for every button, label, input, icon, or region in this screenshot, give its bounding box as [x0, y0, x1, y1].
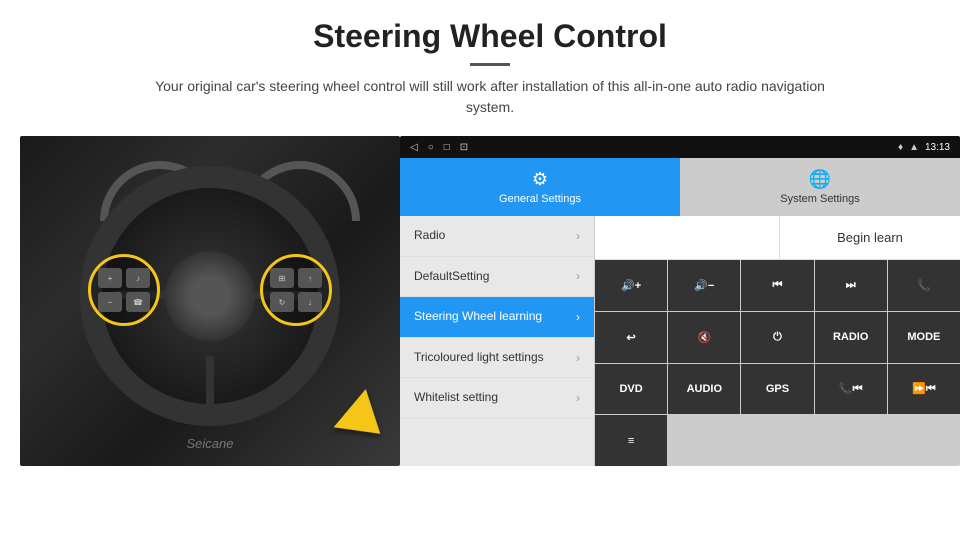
audio-btn-label: AUDIO: [687, 383, 722, 395]
menu-item-default-setting[interactable]: DefaultSetting ›: [400, 257, 594, 298]
btn-prev-track[interactable]: ⏮: [741, 260, 813, 311]
ff-rw-icon: ⏩⏮: [912, 382, 936, 396]
btn-gps[interactable]: GPS: [741, 364, 813, 415]
right-button-grid: ⊞ ↑ ↻ ↓: [262, 260, 330, 320]
btn-ff-rw[interactable]: ⏩⏮: [888, 364, 960, 415]
status-time: 13:13: [925, 142, 950, 153]
menu-item-radio[interactable]: Radio ›: [400, 216, 594, 257]
btn-vol-up[interactable]: 🔊+: [595, 260, 667, 311]
android-statusbar: ◁ ○ □ ⊡ ♦ ▲ 13:13: [400, 136, 960, 158]
general-settings-icon: ⚙: [532, 169, 548, 190]
sw-btn-up: ↑: [298, 268, 322, 288]
page-header: Steering Wheel Control Your original car…: [0, 0, 980, 128]
seicane-logo: Seicane: [187, 436, 234, 451]
phone-icon: 📞: [917, 279, 931, 292]
back-nav-icon[interactable]: ◁: [410, 142, 418, 153]
tab-system-settings[interactable]: 🌐 System Settings: [680, 158, 960, 216]
recent-nav-icon[interactable]: □: [444, 142, 450, 153]
phone-prev-icon: 📞⏮: [839, 382, 863, 396]
statusbar-right: ♦ ▲ 13:13: [898, 142, 950, 153]
btn-audio[interactable]: AUDIO: [668, 364, 740, 415]
sw-btn-mode: ♪: [126, 268, 150, 288]
menu-whitelist-label: Whitelist setting: [414, 390, 498, 406]
mute-icon: 🔇: [697, 331, 711, 344]
menu-default-chevron: ›: [576, 269, 580, 283]
menu-item-steering-wheel[interactable]: Steering Wheel learning ›: [400, 297, 594, 338]
gps-status-icon: ♦: [898, 142, 903, 153]
menu-steering-chevron: ›: [576, 310, 580, 324]
radio-btn-label: RADIO: [833, 331, 868, 343]
btn-phone-prev[interactable]: 📞⏮: [815, 364, 887, 415]
statusbar-nav: ◁ ○ □ ⊡: [410, 142, 468, 153]
tabs-row: ⚙ General Settings 🌐 System Settings: [400, 158, 960, 216]
btn-dvd[interactable]: DVD: [595, 364, 667, 415]
home-nav-icon[interactable]: ○: [428, 142, 434, 153]
radio-empty-area: [595, 216, 780, 259]
menu-tricoloured-chevron: ›: [576, 351, 580, 365]
btn-phone[interactable]: 📞: [888, 260, 960, 311]
system-settings-icon: 🌐: [809, 169, 831, 190]
btn-power[interactable]: ⏻: [741, 312, 813, 363]
page-subtitle: Your original car's steering wheel contr…: [140, 76, 840, 118]
headunit: ◁ ○ □ ⊡ ♦ ▲ 13:13 ⚙ General Settings: [400, 136, 960, 466]
menu-item-tricoloured[interactable]: Tricoloured light settings ›: [400, 338, 594, 379]
btn-mode[interactable]: MODE: [888, 312, 960, 363]
menu-radio-label: Radio: [414, 228, 445, 244]
btn-mute[interactable]: 🔇: [668, 312, 740, 363]
wifi-status-icon: ▲: [909, 142, 919, 153]
arrow-shape: [334, 389, 397, 453]
menu-steering-label: Steering Wheel learning: [414, 309, 542, 325]
vol-down-icon: 🔊−: [694, 279, 714, 292]
prev-track-icon: ⏮: [773, 279, 783, 292]
screenshot-nav-icon[interactable]: ⊡: [460, 142, 468, 153]
sw-btn-mute: ⊞: [270, 268, 294, 288]
title-divider: [470, 63, 510, 66]
begin-learn-button[interactable]: Begin learn: [780, 216, 960, 259]
steering-center: [165, 251, 255, 341]
menu-tricoloured-label: Tricoloured light settings: [414, 350, 544, 366]
yellow-circle-right: ⊞ ↑ ↻ ↓: [260, 254, 332, 326]
page-title: Steering Wheel Control: [40, 18, 940, 55]
btn-radio[interactable]: RADIO: [815, 312, 887, 363]
yellow-circle-left: + ♪ − ☎: [88, 254, 160, 326]
page-container: Steering Wheel Control Your original car…: [0, 0, 980, 466]
content-area: + ♪ − ☎ ⊞ ↑ ↻ ↓ Seicane: [20, 136, 960, 466]
sw-btn-minus: −: [98, 292, 122, 312]
btn-menu[interactable]: ≡: [595, 415, 667, 466]
menu-default-label: DefaultSetting: [414, 269, 489, 285]
spoke-bottom: [206, 356, 214, 411]
yellow-arrow: [345, 396, 385, 446]
right-panel: Begin learn 🔊+ 🔊− ⏮: [595, 216, 960, 466]
sw-btn-phone: ☎: [126, 292, 150, 312]
power-icon: ⏻: [773, 331, 782, 344]
dvd-btn-label: DVD: [619, 383, 642, 395]
steering-photo: + ♪ − ☎ ⊞ ↑ ↻ ↓ Seicane: [20, 136, 400, 466]
btn-vol-down[interactable]: 🔊−: [668, 260, 740, 311]
menu-panel: Radio › DefaultSetting › Steering Wheel …: [400, 216, 595, 466]
radio-row: Begin learn: [595, 216, 960, 260]
main-content: Radio › DefaultSetting › Steering Wheel …: [400, 216, 960, 466]
menu-radio-chevron: ›: [576, 229, 580, 243]
menu-item-whitelist[interactable]: Whitelist setting ›: [400, 378, 594, 419]
sw-btn-back: ↻: [270, 292, 294, 312]
button-grid: 🔊+ 🔊− ⏮ ⏭ 📞: [595, 260, 960, 466]
mode-btn-label: MODE: [907, 331, 940, 343]
vol-up-icon: 🔊+: [621, 279, 641, 292]
tab-general-settings[interactable]: ⚙ General Settings: [400, 158, 680, 216]
menu-btn-icon: ≡: [628, 435, 634, 447]
left-button-grid: + ♪ − ☎: [90, 260, 158, 320]
tab-general-label: General Settings: [499, 193, 581, 205]
gps-btn-label: GPS: [766, 383, 789, 395]
tab-system-label: System Settings: [780, 193, 859, 205]
btn-hang-up[interactable]: ↩: [595, 312, 667, 363]
sw-btn-plus: +: [98, 268, 122, 288]
hang-up-icon: ↩: [626, 331, 635, 344]
next-track-icon: ⏭: [846, 279, 856, 292]
btn-next-track[interactable]: ⏭: [815, 260, 887, 311]
sw-btn-down: ↓: [298, 292, 322, 312]
menu-whitelist-chevron: ›: [576, 391, 580, 405]
